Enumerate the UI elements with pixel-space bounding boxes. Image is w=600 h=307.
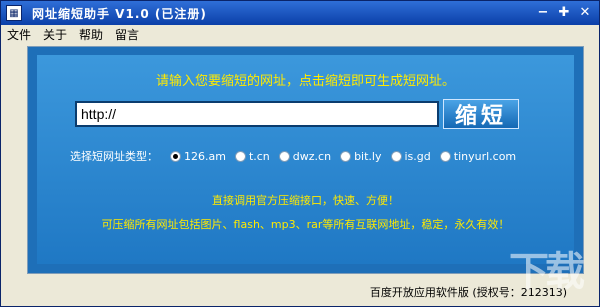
radio-label: dwz.cn — [292, 149, 332, 163]
shorten-button[interactable]: 缩短 — [443, 99, 519, 129]
info-text-2: 可压缩所有网址包括图片、flash、mp3、rar等所有互联网地址，稳定，永久有… — [101, 218, 510, 231]
main-panel: 请输入您要缩短的网址，点击缩短即可生成短网址。 缩短 选择短网址类型： 126.… — [37, 55, 574, 264]
radio-icon[interactable] — [390, 150, 402, 162]
watermark-logo: 下载吧 — [509, 249, 585, 295]
radio-label: is.gd — [404, 149, 431, 163]
radio-icon[interactable] — [234, 150, 246, 162]
radio-icon[interactable] — [278, 150, 290, 162]
menu-about[interactable]: 关于 — [37, 25, 73, 45]
title-bar[interactable]: ▦ 网址缩短助手 V1.0 (已注册) − ✚ ✕ — [1, 1, 599, 25]
radio-isgd[interactable]: is.gd — [390, 149, 431, 163]
menu-bar: 文件 关于 帮助 留言 — [1, 25, 599, 45]
radio-label: 126.am — [184, 149, 226, 163]
url-input[interactable] — [75, 101, 439, 127]
radio-tinyurl[interactable]: tinyurl.com — [439, 149, 517, 163]
app-window: ▦ 网址缩短助手 V1.0 (已注册) − ✚ ✕ 文件 关于 帮助 留言 请输… — [0, 0, 600, 307]
radio-icon[interactable] — [439, 150, 451, 162]
main-frame: 请输入您要缩短的网址，点击缩短即可生成短网址。 缩短 选择短网址类型： 126.… — [27, 46, 584, 274]
radio-label: t.cn — [248, 149, 270, 163]
info-text-1: 直接调用官方压缩接口，快速、方便！ — [212, 194, 399, 207]
maximize-icon[interactable]: ✚ — [556, 5, 572, 21]
url-type-selector: 选择短网址类型： 126.am t.cn dwz.cn bit.ly is.gd… — [70, 148, 525, 164]
url-type-label: 选择短网址类型： — [70, 150, 158, 163]
menu-help[interactable]: 帮助 — [73, 25, 109, 45]
radio-dwzcn[interactable]: dwz.cn — [278, 149, 332, 163]
window-title: 网址缩短助手 V1.0 (已注册) — [32, 6, 207, 21]
menu-file[interactable]: 文件 — [1, 25, 37, 45]
radio-icon[interactable] — [340, 150, 352, 162]
radio-label: bit.ly — [354, 149, 382, 163]
window-controls: − ✚ ✕ — [535, 5, 593, 21]
radio-checked-icon[interactable] — [170, 150, 181, 162]
radio-126am[interactable]: 126.am — [170, 150, 226, 163]
instruction-heading: 请输入您要缩短的网址，点击缩短即可生成短网址。 — [155, 74, 455, 89]
close-icon[interactable]: ✕ — [577, 5, 593, 21]
radio-bitly[interactable]: bit.ly — [340, 149, 382, 163]
radio-label: tinyurl.com — [453, 149, 517, 163]
app-icon: ▦ — [6, 5, 22, 21]
menu-message[interactable]: 留言 — [109, 25, 145, 45]
minimize-icon[interactable]: − — [535, 5, 551, 21]
radio-tcn[interactable]: t.cn — [234, 149, 270, 163]
